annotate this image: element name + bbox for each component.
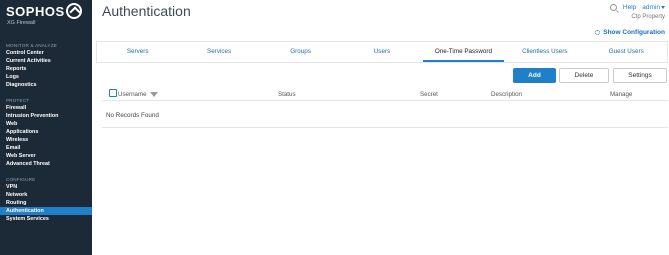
top-right-menu: Help admin Ctp Property xyxy=(609,4,665,20)
column-secret: Secret xyxy=(420,91,438,98)
sidebar-item-web-server[interactable]: Web Server xyxy=(0,152,92,160)
tab-servers[interactable]: Servers xyxy=(97,42,178,62)
column-manage: Manage xyxy=(610,91,633,98)
help-link[interactable]: Help xyxy=(623,4,636,11)
settings-button[interactable]: Settings xyxy=(613,68,667,83)
empty-table-message: No Records Found xyxy=(102,104,668,128)
sidebar-item-system-services[interactable]: System Services xyxy=(0,215,92,223)
section-title: CONFIGURE xyxy=(6,177,36,182)
sidebar-item-network[interactable]: Network xyxy=(0,191,92,199)
sidebar-item-logs[interactable]: Logs xyxy=(0,73,92,81)
chevron-down-icon xyxy=(661,5,665,9)
sophos-logo-icon xyxy=(66,3,82,19)
brand-product: XG Firewall xyxy=(7,20,36,26)
user-menu[interactable]: admin xyxy=(642,4,665,11)
tab-clientless-users[interactable]: Clientless Users xyxy=(504,42,585,62)
column-username[interactable]: Username xyxy=(118,91,158,98)
sidebar-item-vpn[interactable]: VPN xyxy=(0,183,92,191)
show-configuration-label: Show Configuration xyxy=(603,29,665,36)
page-title: Authentication xyxy=(102,3,191,19)
show-configuration-link[interactable]: Show Configuration xyxy=(595,29,665,36)
column-status: Status xyxy=(278,91,296,98)
sidebar-item-current-activities[interactable]: Current Activities xyxy=(0,57,92,65)
sidebar-item-control-center[interactable]: Control Center xyxy=(0,49,92,57)
sidebar-item-email[interactable]: Email xyxy=(0,144,92,152)
delete-button[interactable]: Delete xyxy=(559,68,609,83)
sidebar-item-firewall[interactable]: Firewall xyxy=(0,104,92,112)
sidebar-item-applications[interactable]: Applications xyxy=(0,128,92,136)
tab-guest-users[interactable]: Guest Users xyxy=(586,42,667,62)
sidebar-item-wireless[interactable]: Wireless xyxy=(0,136,92,144)
sidebar-item-advanced-threat[interactable]: Advanced Threat xyxy=(0,160,92,168)
section-title: PROTECT xyxy=(6,98,30,103)
nav-section-protect: PROTECT Firewall Intrusion Prevention We… xyxy=(0,97,92,168)
add-button[interactable]: Add xyxy=(513,68,556,83)
tab-users[interactable]: Users xyxy=(341,42,422,62)
nav-section-monitor: MONITOR & ANALYZE Control Center Current… xyxy=(0,42,92,89)
select-all-checkbox[interactable] xyxy=(109,89,117,97)
section-title: MONITOR & ANALYZE xyxy=(6,43,57,48)
tab-one-time-password[interactable]: One-Time Password xyxy=(422,42,505,62)
search-help-icon[interactable] xyxy=(609,4,617,11)
gear-icon xyxy=(595,30,601,35)
tab-bar: Servers Services Groups Users One-Time P… xyxy=(96,41,668,63)
filter-icon[interactable] xyxy=(149,92,158,97)
tab-groups[interactable]: Groups xyxy=(260,42,341,62)
sidebar-item-reports[interactable]: Reports xyxy=(0,65,92,73)
nav-section-configure: CONFIGURE VPN Network Routing Authentica… xyxy=(0,176,92,223)
device-name: Ctp Property xyxy=(631,14,665,20)
user-name: admin xyxy=(642,4,660,11)
sidebar: SOPHOS XG Firewall MONITOR & ANALYZE Con… xyxy=(0,0,92,255)
sidebar-item-diagnostics[interactable]: Diagnostics xyxy=(0,81,92,89)
brand: SOPHOS XG Firewall xyxy=(0,0,92,32)
sidebar-item-routing[interactable]: Routing xyxy=(0,199,92,207)
column-username-label: Username xyxy=(118,91,147,98)
sidebar-item-authentication[interactable]: Authentication xyxy=(0,207,92,215)
tab-services[interactable]: Services xyxy=(178,42,259,62)
column-description: Description xyxy=(491,91,522,98)
sidebar-item-intrusion-prevention[interactable]: Intrusion Prevention xyxy=(0,112,92,120)
top-links: Help admin xyxy=(609,4,665,11)
table-header: Username Status Secret Description Manag… xyxy=(102,88,668,101)
sidebar-item-web[interactable]: Web xyxy=(0,120,92,128)
